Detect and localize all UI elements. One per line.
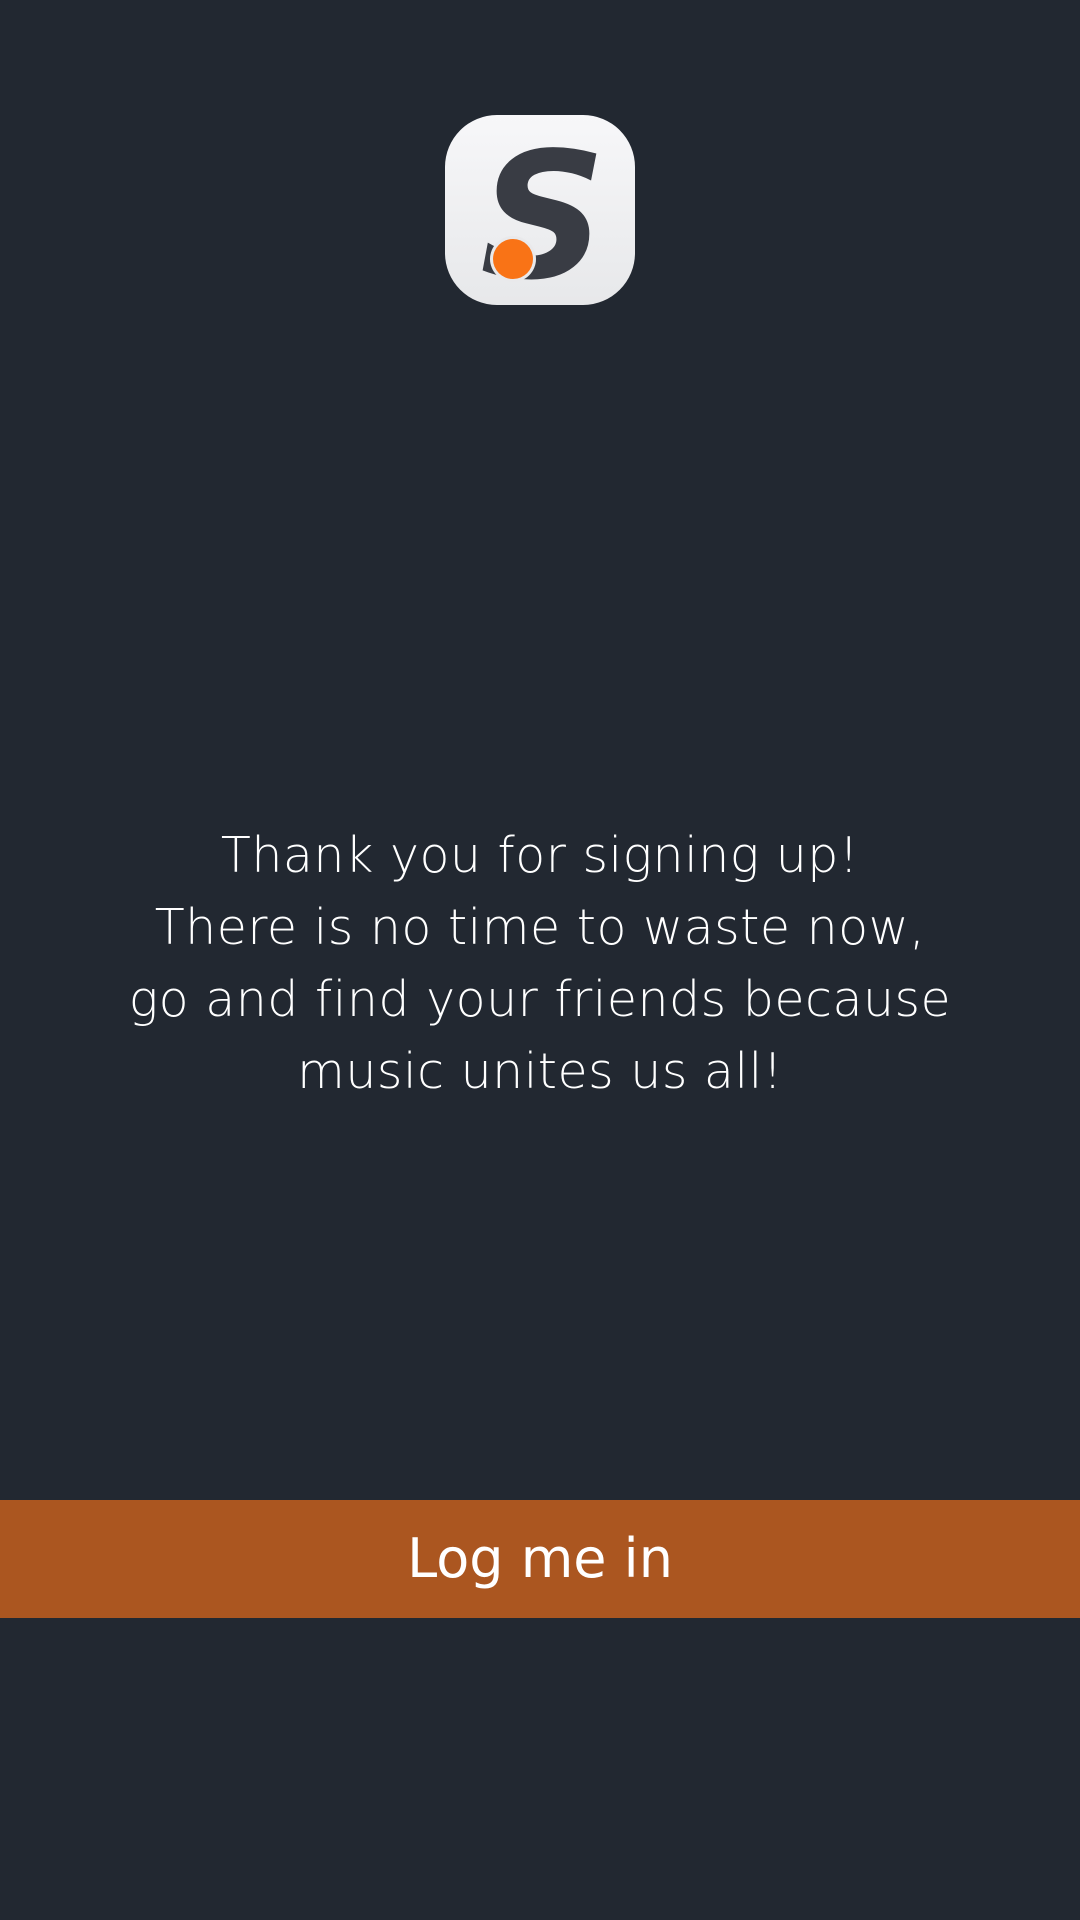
- message-line-2: There is no time to waste now,: [154, 899, 926, 956]
- message-line-1: Thank you for signing up!: [220, 827, 860, 884]
- message-line-4: music unites us all!: [297, 1043, 783, 1100]
- log-me-in-button[interactable]: Log me in: [0, 1500, 1080, 1618]
- message-line-3: go and find your friends because: [128, 971, 952, 1028]
- app-logo: S: [445, 115, 635, 305]
- app-logo-s-icon: S: [480, 116, 606, 305]
- signup-thank-you-message: Thank you for signing up! There is no ti…: [0, 820, 1080, 1108]
- logo-dot: [493, 239, 533, 279]
